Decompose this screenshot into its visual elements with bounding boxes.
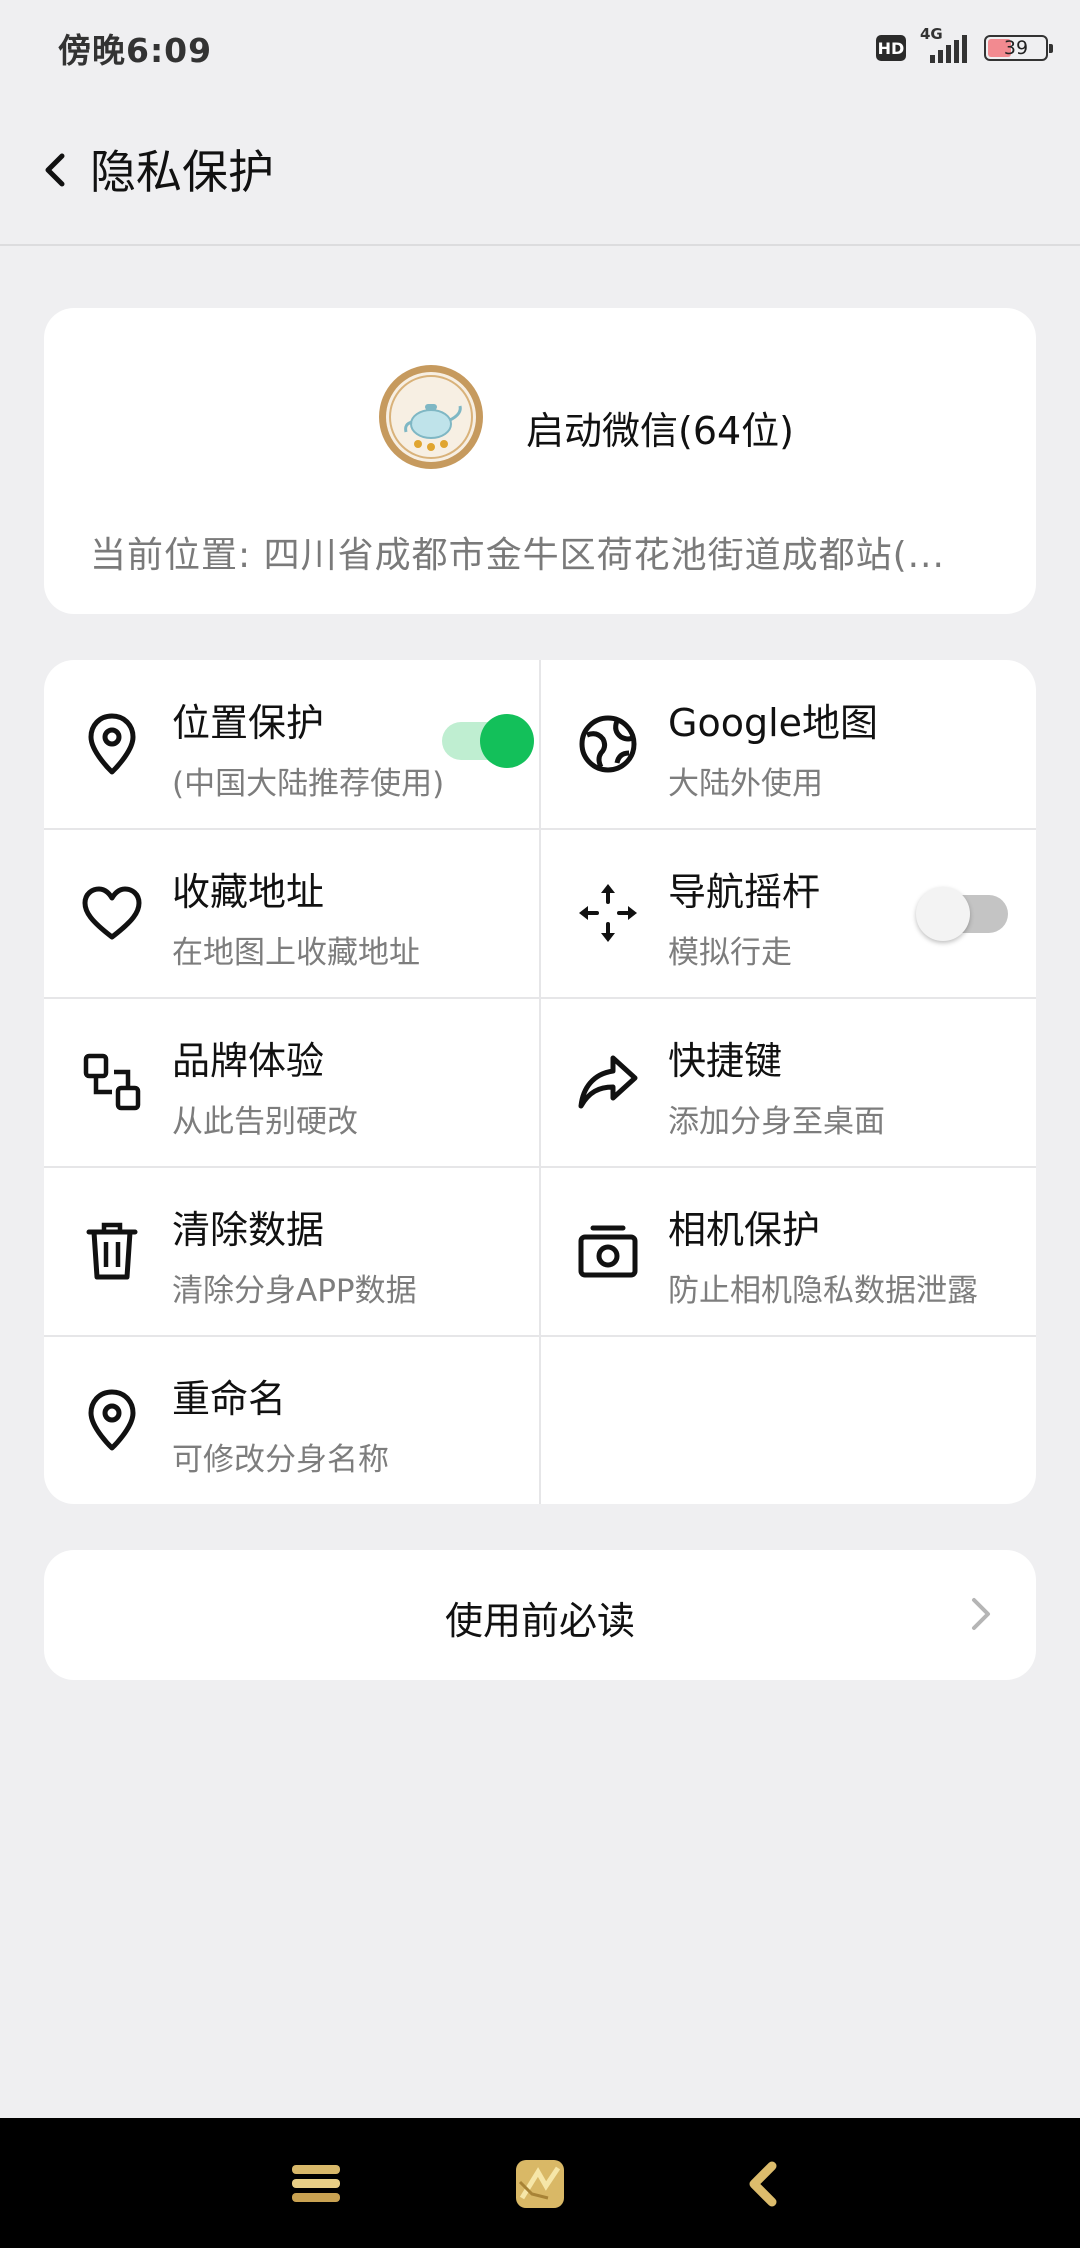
feature-brand-experience[interactable]: 品牌体验 从此告别硬改 — [44, 998, 540, 1167]
app-header: 隐私保护 — [0, 96, 1080, 246]
feature-title: 导航摇杆 — [668, 870, 821, 914]
chevron-right-icon — [972, 1598, 990, 1630]
battery-icon: 39 — [984, 35, 1053, 61]
feature-grid: 位置保护 (中国大陆推荐使用) Google地图 大陆外使用 收藏地址 在地图上… — [44, 660, 1036, 1504]
back-button[interactable] — [30, 140, 80, 200]
hd-icon: HD — [876, 35, 906, 61]
battery-level: 39 — [1003, 37, 1029, 59]
system-nav-bar — [0, 2118, 1080, 2248]
feature-title: 快捷键 — [668, 1039, 783, 1083]
feature-subtitle: 从此告别硬改 — [172, 1104, 358, 1140]
feature-subtitle: 模拟行走 — [668, 935, 792, 971]
location-pin-icon — [80, 1388, 144, 1452]
chevron-left-icon — [45, 153, 65, 187]
feature-title: 相机保护 — [668, 1208, 821, 1252]
move-arrows-icon — [576, 881, 640, 945]
status-time: 傍晚6:09 — [58, 31, 213, 70]
share-arrow-icon — [576, 1050, 640, 1114]
read-before-use-button[interactable]: 使用前必读 — [44, 1550, 1036, 1680]
feature-title: 清除数据 — [172, 1208, 325, 1252]
feature-navigation-joystick[interactable]: 导航摇杆 模拟行走 — [540, 829, 1036, 998]
page-title: 隐私保护 — [90, 145, 274, 199]
status-bar: 傍晚6:09 HD 4G 39 — [0, 0, 1080, 96]
current-location: 当前位置: 四川省成都市金牛区荷花池街道成都站(... — [90, 535, 945, 576]
location-protection-toggle[interactable] — [442, 704, 534, 768]
app-name: 启动微信(64位) — [526, 409, 795, 453]
signal-icon: 4G — [916, 25, 974, 65]
teapot-avatar-icon — [379, 365, 483, 469]
globe-icon — [576, 712, 640, 776]
app-info-card: 启动微信(64位) 当前位置: 四川省成都市金牛区荷花池街道成都站(... — [44, 308, 1036, 614]
feature-title: 品牌体验 — [172, 1039, 325, 1083]
heart-icon — [80, 881, 144, 945]
feature-shortcut[interactable]: 快捷键 添加分身至桌面 — [540, 998, 1036, 1167]
feature-subtitle: 清除分身APP数据 — [172, 1273, 417, 1309]
read-before-use-label: 使用前必读 — [444, 1599, 635, 1643]
feature-camera-protection[interactable]: 相机保护 防止相机隐私数据泄露 — [540, 1167, 1036, 1336]
nav-back-button[interactable] — [732, 2152, 796, 2216]
camera-icon — [576, 1219, 640, 1283]
feature-location-protection[interactable]: 位置保护 (中国大陆推荐使用) — [44, 660, 540, 829]
feature-subtitle: 大陆外使用 — [668, 766, 823, 802]
feature-title: 收藏地址 — [172, 870, 325, 914]
nav-menu-button[interactable] — [284, 2152, 348, 2216]
trash-icon — [80, 1219, 144, 1283]
nav-home-button[interactable] — [508, 2152, 572, 2216]
swap-squares-icon — [80, 1050, 144, 1114]
back-arrow-icon — [749, 2161, 777, 2207]
feature-title: 重命名 — [172, 1377, 287, 1421]
feature-google-maps[interactable]: Google地图 大陆外使用 — [540, 660, 1036, 829]
feature-favorite-address[interactable]: 收藏地址 在地图上收藏地址 — [44, 829, 540, 998]
feature-subtitle: 添加分身至桌面 — [668, 1104, 885, 1140]
feature-subtitle: 可修改分身名称 — [172, 1442, 389, 1478]
feature-subtitle: 防止相机隐私数据泄露 — [668, 1273, 978, 1309]
feature-rename[interactable]: 重命名 可修改分身名称 — [44, 1336, 540, 1504]
status-icons: HD 4G 39 — [876, 25, 1053, 68]
feature-subtitle: (中国大陆推荐使用) — [172, 766, 445, 802]
location-pin-icon — [80, 712, 144, 776]
menu-icon — [292, 2165, 340, 2202]
feature-subtitle: 在地图上收藏地址 — [172, 935, 420, 971]
feature-clear-data[interactable]: 清除数据 清除分身APP数据 — [44, 1167, 540, 1336]
feature-title: Google地图 — [668, 701, 879, 745]
app-avatar[interactable] — [378, 364, 484, 470]
home-icon — [516, 2160, 564, 2208]
navigation-joystick-toggle[interactable] — [916, 877, 1008, 941]
feature-title: 位置保护 — [172, 701, 325, 745]
